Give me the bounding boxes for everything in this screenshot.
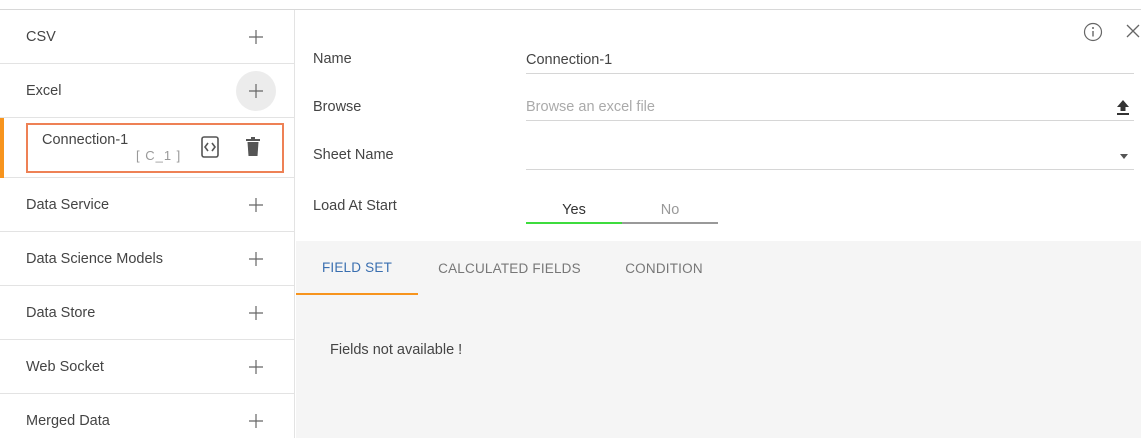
info-icon[interactable] <box>1083 22 1103 42</box>
sidebar-item-label: Excel <box>26 82 62 99</box>
source-sidebar: CSV Excel Connection-1 [ C_1 ] Data Serv… <box>0 10 295 438</box>
sidebar-item-label: Data Science Models <box>26 250 164 267</box>
plus-icon[interactable] <box>236 70 276 111</box>
sidebar-item-label: CSV <box>26 28 56 45</box>
tab-label: CONDITION <box>625 260 703 276</box>
plus-icon[interactable] <box>236 293 276 333</box>
name-value: Connection-1 <box>526 52 613 68</box>
sidebar-item-data-science-models[interactable]: Data Science Models <box>0 232 294 286</box>
sidebar-item-csv[interactable]: CSV <box>0 10 294 64</box>
name-label: Name <box>313 51 352 67</box>
sidebar-item-label: Data Service <box>26 196 110 213</box>
name-field[interactable]: Connection-1 <box>526 50 1134 74</box>
connection-selected-box[interactable]: Connection-1 [ C_1 ] <box>26 123 284 173</box>
load-no-option[interactable]: No <box>622 200 718 224</box>
sidebar-item-label: Merged Data <box>26 413 110 429</box>
plus-icon[interactable] <box>236 185 276 225</box>
sidebar-item-merged-data[interactable]: Merged Data <box>0 394 294 438</box>
browse-field[interactable]: Browse an excel file <box>526 97 1134 121</box>
sidebar-item-label: Data Store <box>26 304 96 321</box>
load-yes-option[interactable]: Yes <box>526 200 622 224</box>
sidebar-item-data-store[interactable]: Data Store <box>0 286 294 340</box>
sidebar-item-label: Web Socket <box>26 358 104 375</box>
browse-placeholder: Browse an excel file <box>526 99 655 115</box>
tab-label: FIELD SET <box>321 259 393 275</box>
sidebar-item-data-service[interactable]: Data Service <box>0 178 294 232</box>
plus-icon[interactable] <box>236 401 276 438</box>
sheet-name-select[interactable] <box>526 146 1134 170</box>
sidebar-item-excel[interactable]: Excel <box>0 64 294 118</box>
tab-condition[interactable]: CONDITION <box>601 241 727 295</box>
browse-label: Browse <box>313 99 362 115</box>
selected-indicator <box>0 118 4 178</box>
sidebar-item-web-socket[interactable]: Web Socket <box>0 340 294 394</box>
close-icon[interactable] <box>1126 24 1140 38</box>
connection-code: [ C_1 ] <box>136 148 182 163</box>
empty-fields-message: Fields not available ! <box>330 342 463 358</box>
fields-panel: FIELD SET CALCULATED FIELDS CONDITION Fi… <box>296 241 1141 438</box>
trash-icon[interactable] <box>246 137 260 156</box>
caret-down-icon <box>1120 154 1128 159</box>
tab-label: CALCULATED FIELDS <box>438 260 581 276</box>
tab-field-set[interactable]: FIELD SET <box>296 241 418 295</box>
tab-calculated-fields[interactable]: CALCULATED FIELDS <box>418 241 601 295</box>
code-icon[interactable] <box>201 136 219 158</box>
connection-item[interactable]: Connection-1 [ C_1 ] <box>0 118 294 178</box>
load-at-start-toggle[interactable]: Yes No <box>526 200 718 224</box>
upload-icon[interactable] <box>1116 99 1130 116</box>
connection-name: Connection-1 <box>42 132 129 148</box>
connection-editor: Name Connection-1 Browse Browse an excel… <box>296 10 1141 438</box>
plus-icon[interactable] <box>236 17 276 57</box>
load-at-start-label: Load At Start <box>313 198 397 214</box>
plus-icon[interactable] <box>236 347 276 387</box>
sheet-name-label: Sheet Name <box>313 147 394 163</box>
plus-icon[interactable] <box>236 239 276 279</box>
